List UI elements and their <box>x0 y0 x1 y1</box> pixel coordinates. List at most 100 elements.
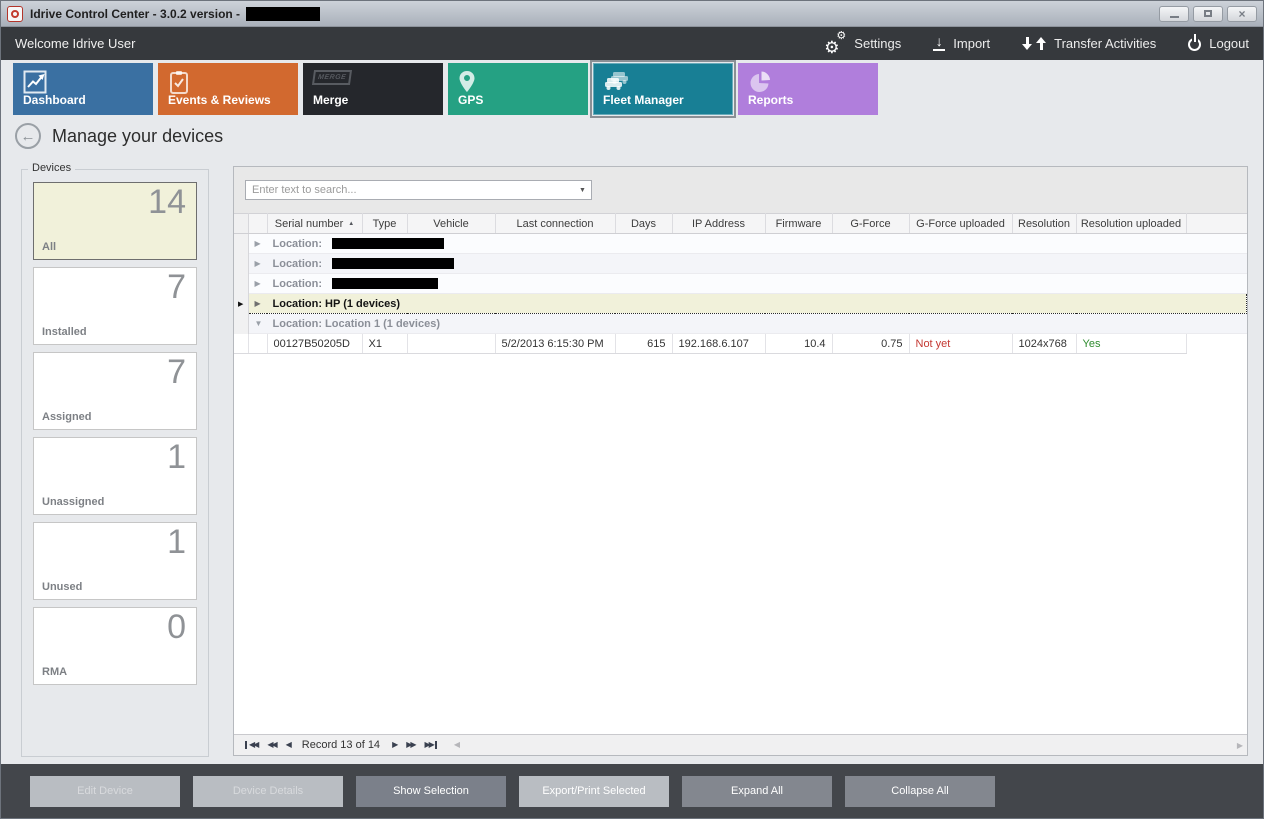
import-label: Import <box>953 36 990 51</box>
import-button[interactable]: ↓ Import <box>933 36 990 51</box>
column-header-resolution[interactable]: Resolution <box>1012 214 1076 234</box>
nav-tiles: Dashboard Events & Reviews MERGE Merge G… <box>13 63 878 115</box>
column-header-vehicle[interactable]: Vehicle <box>407 214 495 234</box>
window-title: Idrive Control Center - 3.0.2 version - <box>30 7 240 21</box>
expand-collapsed-icon[interactable]: ▶ <box>255 279 265 288</box>
device-filter-card-installed[interactable]: 7 Installed <box>33 267 197 345</box>
column-header-gforce-uploaded[interactable]: G-Force uploaded <box>909 214 1012 234</box>
device-filter-card-unused[interactable]: 1 Unused <box>33 522 197 600</box>
settings-label: Settings <box>854 36 901 51</box>
back-arrow-icon: ← <box>21 129 36 144</box>
group-row[interactable]: ▶ Location: <box>234 274 1247 294</box>
tab-fleet-manager[interactable]: Fleet Manager <box>593 63 733 115</box>
card-label: Installed <box>42 326 87 338</box>
column-header-last-connection[interactable]: Last connection <box>495 214 615 234</box>
tile-label: Events & Reviews <box>168 93 271 107</box>
sort-ascending-icon: ▲ <box>348 221 354 227</box>
card-count: 14 <box>148 183 186 222</box>
footer-toolbar: Edit Device Device Details Show Selectio… <box>1 764 1263 818</box>
device-row[interactable]: 00127B50205D X1 5/2/2013 6:15:30 PM 615 … <box>234 334 1247 354</box>
download-icon: ↓ <box>933 36 945 51</box>
card-label: Unassigned <box>42 496 104 508</box>
tab-dashboard[interactable]: Dashboard <box>13 63 153 115</box>
tab-gps[interactable]: GPS <box>448 63 588 115</box>
previous-record-button[interactable]: ◀ <box>286 741 290 749</box>
expand-collapsed-icon[interactable]: ▶ <box>255 259 265 268</box>
close-icon: × <box>1238 8 1245 20</box>
edit-device-button[interactable]: Edit Device <box>30 776 180 807</box>
device-filter-card-rma[interactable]: 0 RMA <box>33 607 197 685</box>
settings-button[interactable]: ⚙⚙ Settings <box>824 34 901 54</box>
group-row[interactable]: ▶ Location: <box>234 254 1247 274</box>
cell-type: X1 <box>362 334 407 354</box>
column-header-firmware[interactable]: Firmware <box>765 214 832 234</box>
tab-merge[interactable]: MERGE Merge <box>303 63 443 115</box>
chevron-down-icon[interactable]: ▼ <box>574 187 591 194</box>
devices-grid-panel: ▼ Serial number▲ Type Vehicle Last conne… <box>233 166 1248 756</box>
device-filter-card-unassigned[interactable]: 1 Unassigned <box>33 437 197 515</box>
column-header-type[interactable]: Type <box>362 214 407 234</box>
row-indicator <box>234 254 248 274</box>
hscroll-left-arrow[interactable]: ◀ <box>454 741 458 749</box>
first-record-button[interactable]: ◀◀ <box>245 741 257 749</box>
transfer-arrows-icon <box>1022 37 1046 50</box>
devices-group-label: Devices <box>28 162 75 174</box>
logout-button[interactable]: Logout <box>1188 36 1249 51</box>
row-indicator <box>234 234 248 254</box>
hscroll-right-arrow[interactable]: ▶ <box>1237 741 1241 750</box>
tab-reports[interactable]: Reports <box>738 63 878 115</box>
back-button[interactable]: ← <box>15 123 41 149</box>
collapse-all-button[interactable]: Collapse All <box>845 776 995 807</box>
expand-collapsed-icon[interactable]: ▶ <box>255 239 265 248</box>
logout-label: Logout <box>1209 36 1249 51</box>
tile-label: Reports <box>748 93 793 107</box>
search-input[interactable] <box>246 184 574 196</box>
record-navigator: ◀◀ ◀◀ ◀ Record 13 of 14 ▶ ▶▶ ▶▶ ◀ ▶ <box>234 734 1247 755</box>
group-row[interactable]: ▶ Location: <box>234 234 1247 254</box>
tab-events-reviews[interactable]: Events & Reviews <box>158 63 298 115</box>
export-print-selected-button[interactable]: Export/Print Selected <box>519 776 669 807</box>
next-page-button[interactable]: ▶▶ <box>406 741 414 749</box>
column-header-gforce[interactable]: G-Force <box>832 214 909 234</box>
device-filter-card-all[interactable]: 14 All <box>33 182 197 260</box>
card-label: All <box>42 241 56 253</box>
transfer-activities-label: Transfer Activities <box>1054 36 1156 51</box>
cell-ip: 192.168.6.107 <box>672 334 765 354</box>
next-record-button[interactable]: ▶ <box>392 741 396 749</box>
row-indicator <box>234 274 248 294</box>
expand-all-button[interactable]: Expand All <box>682 776 832 807</box>
column-header-days[interactable]: Days <box>615 214 672 234</box>
tile-label: Merge <box>313 93 348 107</box>
transfer-activities-button[interactable]: Transfer Activities <box>1022 36 1156 51</box>
card-count: 1 <box>167 438 186 477</box>
table-header-row: Serial number▲ Type Vehicle Last connect… <box>234 214 1247 234</box>
card-label: RMA <box>42 666 67 678</box>
redacted-text <box>332 278 438 289</box>
minimize-button[interactable] <box>1159 6 1189 22</box>
maximize-button[interactable] <box>1193 6 1223 22</box>
device-details-button[interactable]: Device Details <box>193 776 343 807</box>
minimize-icon <box>1170 16 1179 18</box>
row-indicator-header <box>234 214 248 234</box>
expand-column-header <box>248 214 267 234</box>
cell-firmware: 10.4 <box>765 334 832 354</box>
expand-collapsed-icon[interactable]: ▶ <box>255 299 265 308</box>
expand-expanded-icon[interactable]: ▼ <box>255 319 265 328</box>
tile-label: Fleet Manager <box>603 93 684 107</box>
cell-gforce: 0.75 <box>832 334 909 354</box>
cell-empty <box>1186 334 1247 354</box>
show-selection-button[interactable]: Show Selection <box>356 776 506 807</box>
cell-serial: 00127B50205D <box>267 334 362 354</box>
column-header-resolution-uploaded[interactable]: Resolution uploaded <box>1076 214 1186 234</box>
group-label: Location: <box>273 278 323 290</box>
column-header-serial[interactable]: Serial number▲ <box>267 214 362 234</box>
device-filter-card-assigned[interactable]: 7 Assigned <box>33 352 197 430</box>
prior-page-button[interactable]: ◀◀ <box>267 741 275 749</box>
close-button[interactable]: × <box>1227 6 1257 22</box>
card-count: 1 <box>167 523 186 562</box>
column-header-ip[interactable]: IP Address <box>672 214 765 234</box>
cell-gforce-uploaded: Not yet <box>909 334 1012 354</box>
group-row-selected[interactable]: ▶ ▶ Location: HP (1 devices) <box>234 294 1247 314</box>
last-record-button[interactable]: ▶▶ <box>425 741 437 749</box>
group-row-expanded[interactable]: ▼ Location: Location 1 (1 devices) <box>234 314 1247 334</box>
